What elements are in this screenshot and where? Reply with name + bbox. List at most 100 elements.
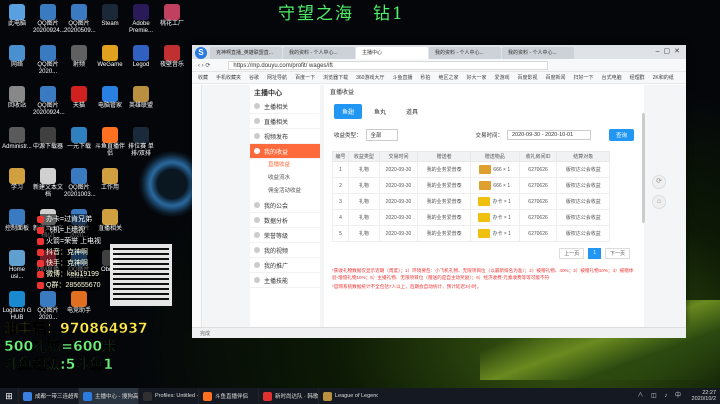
bookmark-item[interactable]: 斗鱼直播 [392,74,412,81]
bookmark-item[interactable]: 百度新闻 [546,74,566,81]
tray-icons[interactable]: ∧ ◫ ♪ 中 [637,393,684,399]
desktop-icon[interactable]: QQ图片2020... [33,45,63,76]
column-header: 编号 [331,151,350,162]
taskbar-item[interactable]: Profiles: Untitled -... [138,388,198,404]
home-icon[interactable]: ⌂ [652,195,666,209]
sidebar-item[interactable]: 我的收益 [250,144,320,159]
back-icon[interactable]: ‹ › ⟳ [198,62,210,69]
tab-live[interactable]: 克神啊直播_英雄联盟直... [210,47,282,59]
tab-yuchi[interactable]: 鱼翅 [334,104,363,119]
tab-profile[interactable]: 我的资料 - 个人中心... [283,47,355,59]
bookmark-item[interactable]: 百度一下 [295,74,315,81]
table-row: 2 礼物 2020-09-30 我的业务爱普泰 666 × 1 6270626 版权达公会收… [331,177,610,194]
type-select[interactable]: 全部 [365,129,398,141]
prev-page-button[interactable]: 上一页 [559,248,585,259]
desktop-icon[interactable]: Legod [126,45,156,69]
bookmark-item[interactable]: 好大一家 [466,74,486,81]
bookmark-item[interactable]: 绝区之家 [438,74,458,81]
desktop-icon[interactable]: QQ图片20201003... [64,168,96,199]
tab-profile-3[interactable]: 我的资料 - 个人中心... [502,47,574,59]
desktop-icon[interactable]: 桃花工厂 [157,4,187,28]
bookmark-item[interactable]: 浏览器下载 [323,74,348,81]
sidebar-item[interactable]: 我的视频 [250,243,320,258]
bookmark-item[interactable]: 秒拍 [420,74,430,81]
query-button[interactable]: 查询 [608,129,634,141]
desktop-icon[interactable]: 控制面板 [2,209,32,233]
date-range-input[interactable]: 2020-09-30 - 2020-10-01 [506,130,591,140]
sidebar-subitem[interactable]: 收益流水 [250,172,320,185]
taskbar-item[interactable]: 新时尚达队 · 韩歌 [258,388,318,404]
bookmark-item[interactable]: 百度影视 [518,74,538,81]
desktop-icon[interactable]: WeGame [95,45,125,69]
sidebar-item[interactable]: 主播相关 [250,99,320,114]
sidebar-item[interactable]: 视频发布 [250,129,320,144]
bookmark-item[interactable]: 经理群 [630,74,645,81]
desktop-icon[interactable]: 此电脑 [2,4,32,28]
bookmark-item[interactable]: 扫好一下 [574,74,594,81]
sidebar-item[interactable]: 直播相关 [250,114,320,129]
sidebar-item[interactable]: 我的推广 [250,258,320,273]
table-cell: 版权达公会收益 [556,161,610,178]
desktop-icon[interactable]: Administr... [2,127,32,151]
bookmark-item[interactable]: 网址导航 [267,74,287,81]
start-icon[interactable]: ⊞ [0,388,18,404]
feedback-icon[interactable]: ⟳ [652,175,666,189]
desktop-icon[interactable]: 夜壁音乐 [157,45,187,69]
clock-date[interactable]: 2020/10/2 [692,396,716,402]
desktop-icon[interactable]: 射频 [64,45,94,69]
page-number[interactable]: 1 [588,248,601,259]
sidebar-subitem[interactable]: 佣金活动收益 [250,185,320,198]
desktop-icon[interactable]: 排位赛 单排/双排 [126,127,156,158]
desktop-icon-image [40,291,56,307]
tab-yuwan[interactable]: 鱼丸 [366,104,394,119]
desktop-icon[interactable]: 电竞助手 [64,291,94,315]
bookmark-item[interactable]: 2K和的纸 [653,74,674,81]
desktop-icon[interactable]: QQ图片20200924... [33,86,65,117]
bookmark-item[interactable]: 台式电脑 [602,74,622,81]
desktop-icon-label: 此电脑 [7,21,26,27]
desktop-icon[interactable]: 回收站 [2,86,32,110]
desktop-icon[interactable]: 电脑管家 [95,86,125,110]
desktop-icon[interactable]: Steam [95,4,125,28]
scrollbar[interactable] [642,113,645,223]
next-page-button[interactable]: 下一页 [604,248,630,259]
sidebar-subitem[interactable]: 直播收益 [250,159,320,172]
sogou-logo-icon[interactable]: S [195,47,207,59]
sidebar-item[interactable]: 我的公会 [250,198,320,213]
sidebar-item[interactable]: 荣誉等级 [250,228,320,243]
desktop-icon[interactable]: 工作用 [95,168,125,192]
desktop-icon[interactable]: Home usi... [2,250,32,281]
desktop-icon[interactable]: 中源下载器 [33,127,63,151]
desktop-icon[interactable]: 学习 [2,168,32,192]
address-bar: ‹ › ⟳ https://mp.douyu.com/profit/ wages… [192,59,686,72]
pagination: 上一页 1 下一页 [324,248,630,259]
taskbar-item[interactable]: 斗鱼直播伴侣 [198,388,258,404]
bookmark-item[interactable]: 谷歌 [249,74,259,81]
taskbar-item[interactable]: 成都一带三连超帮... [18,388,78,404]
bookmark-item[interactable]: 爱游戏 [495,74,510,81]
tab-profile-2[interactable]: 我的资料 - 个人中心... [429,47,501,59]
desktop-icon[interactable]: 网络 [2,45,32,69]
desktop-icon-image [9,4,25,20]
desktop-icon[interactable]: 一元下载 [64,127,94,151]
desktop-icon[interactable]: 英雄联盟 [126,86,156,110]
taskbar-item[interactable]: League of Legends [318,388,378,404]
url-input[interactable]: https://mp.douyu.com/profit/ wages/ift [228,60,549,70]
window-controls[interactable]: –▢✕ [656,47,684,55]
tab-props[interactable]: 道具 [398,104,426,119]
taskbar-app-icon [203,391,212,401]
tab-anchor-center[interactable]: 主播中心 [356,47,428,59]
desktop-icon[interactable]: 天猫 [64,86,94,110]
table-cell: 礼物 [348,225,380,242]
desktop-icon[interactable]: QQ图片20200924... [33,4,65,35]
bookmark-item[interactable]: 手机收藏夹 [216,74,241,81]
bookmark-item[interactable]: 收藏 [198,74,208,81]
desktop-icon[interactable]: Adobe Premie... [126,4,156,35]
desktop-icon[interactable]: 斗鱼直播伴侣 [95,127,125,158]
taskbar-item[interactable]: 主播中心 - 搜狗高... [78,388,138,404]
desktop-icon[interactable]: QQ图片20200509... [64,4,96,35]
bookmark-item[interactable]: 360游戏大厅 [356,74,384,81]
sidebar-item[interactable]: 主播技能 [250,273,320,288]
sidebar-item[interactable]: 数据分析 [250,213,320,228]
desktop-icon[interactable]: 新建文本文档 [33,168,63,199]
